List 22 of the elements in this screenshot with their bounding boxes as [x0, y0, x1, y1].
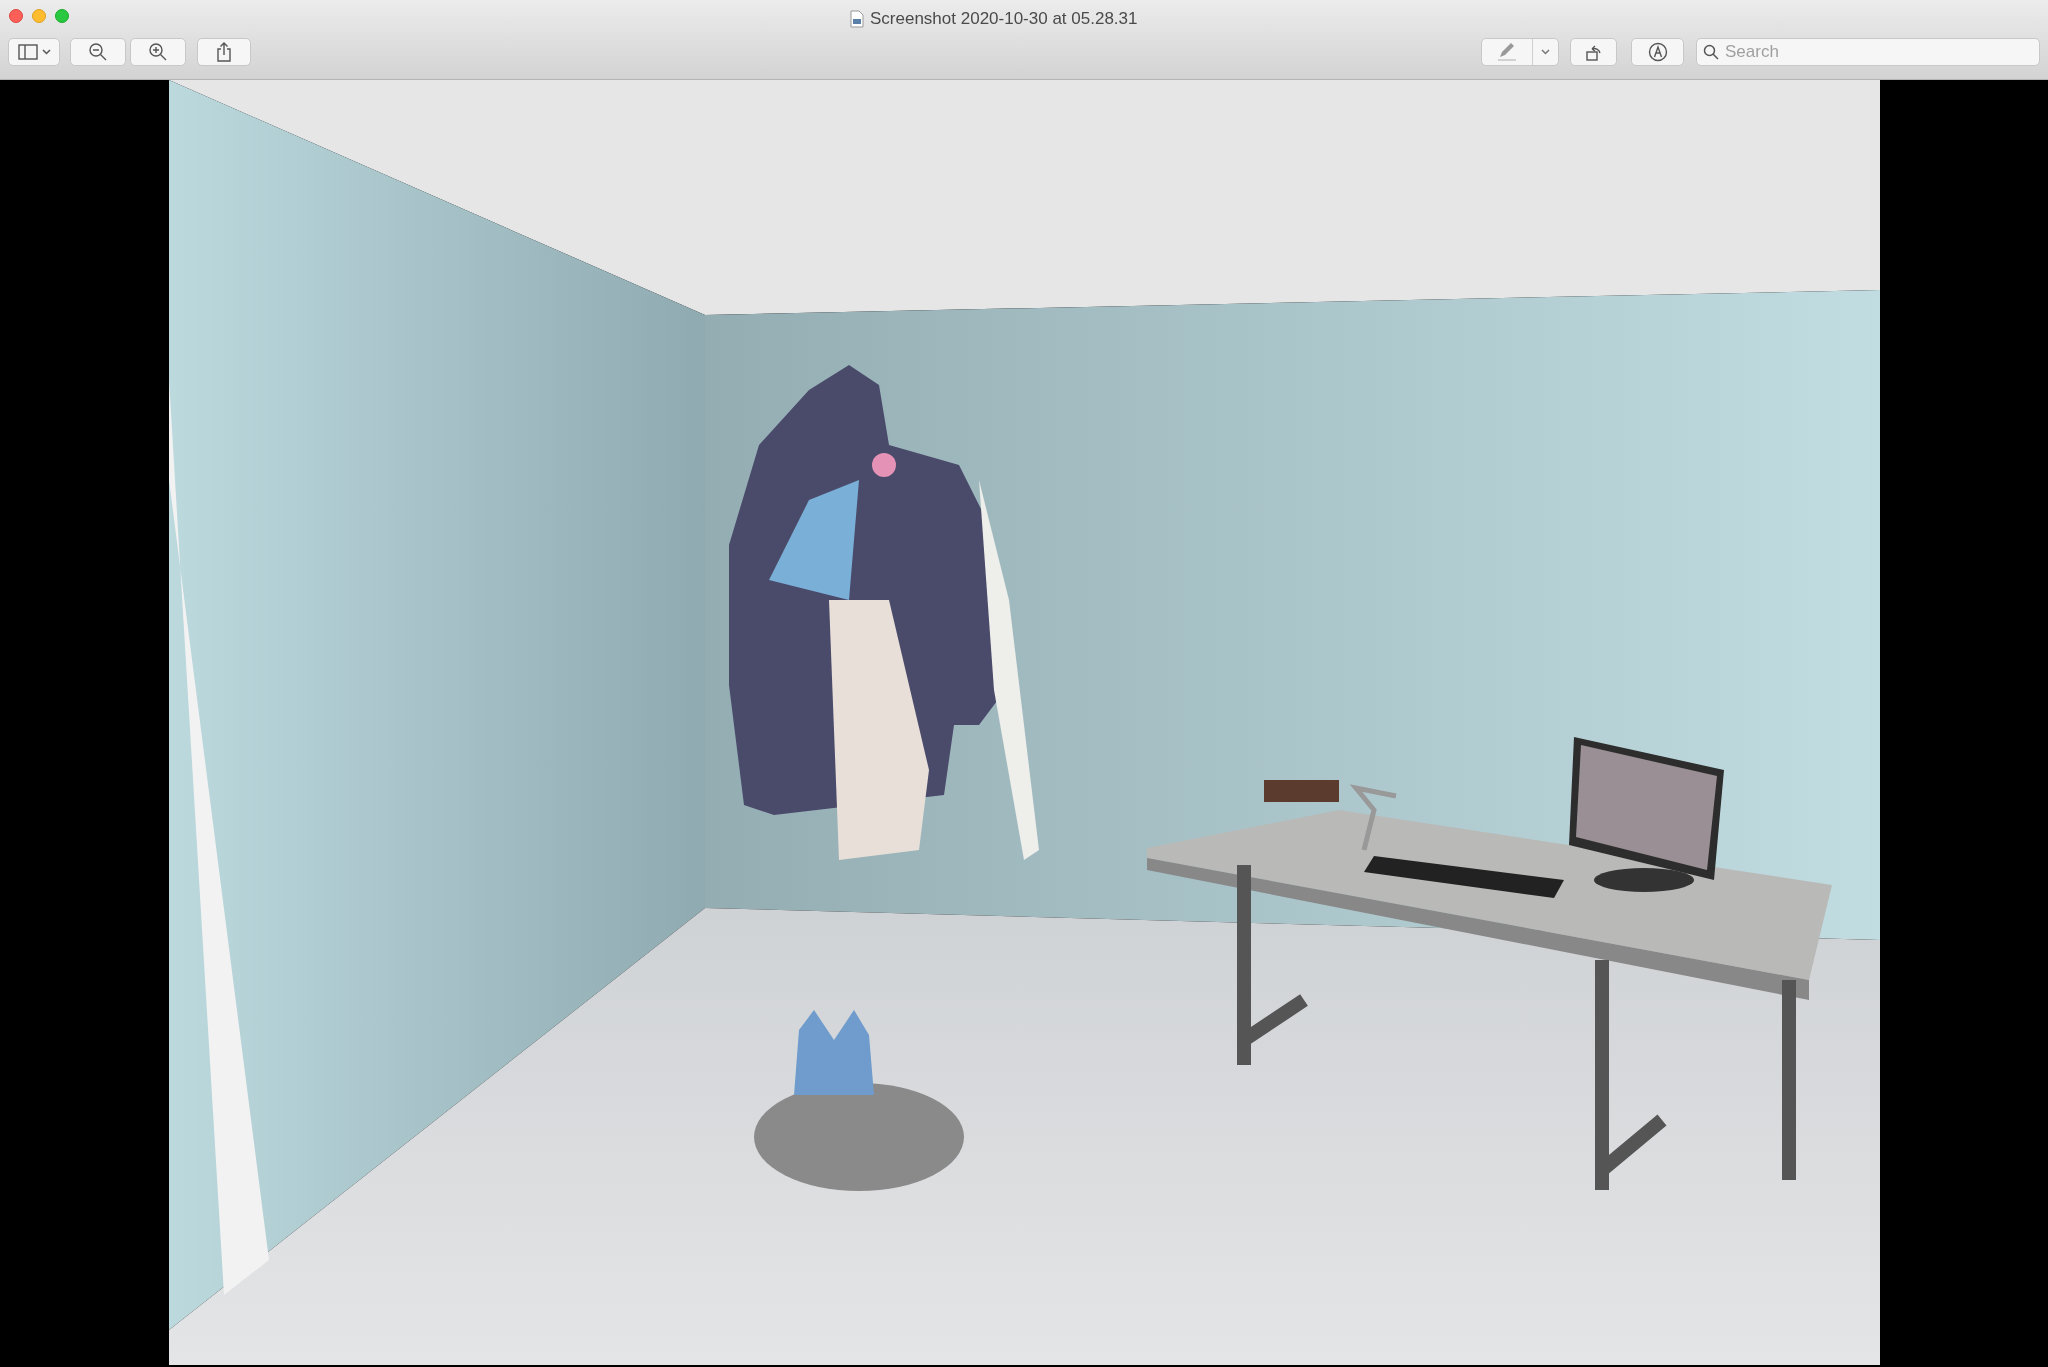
markup-icon [1647, 42, 1668, 62]
search-icon [1703, 44, 1719, 60]
chevron-down-icon [41, 49, 51, 55]
zoom-in-icon [148, 42, 168, 62]
document-icon [850, 9, 864, 28]
sidebar-icon [17, 44, 38, 60]
close-button[interactable] [9, 9, 23, 23]
window-title: Screenshot 2020-10-30 at 05.28.31 [870, 8, 1138, 30]
zoom-button[interactable] [55, 9, 69, 23]
share-icon [216, 42, 232, 62]
sidebar-button[interactable] [8, 38, 60, 66]
pen-icon [1496, 42, 1518, 62]
chevron-down-icon [1541, 49, 1550, 55]
zoom-out-button[interactable] [70, 38, 126, 66]
zoom-out-icon [88, 42, 108, 62]
minimize-button[interactable] [32, 9, 46, 23]
rotate-button[interactable] [1570, 38, 1617, 66]
share-button[interactable] [197, 38, 251, 66]
search-field[interactable]: Search [1696, 38, 2040, 66]
markup-pen-button[interactable] [1481, 38, 1559, 66]
zoom-in-button[interactable] [130, 38, 186, 66]
markup-button[interactable] [1631, 38, 1684, 66]
